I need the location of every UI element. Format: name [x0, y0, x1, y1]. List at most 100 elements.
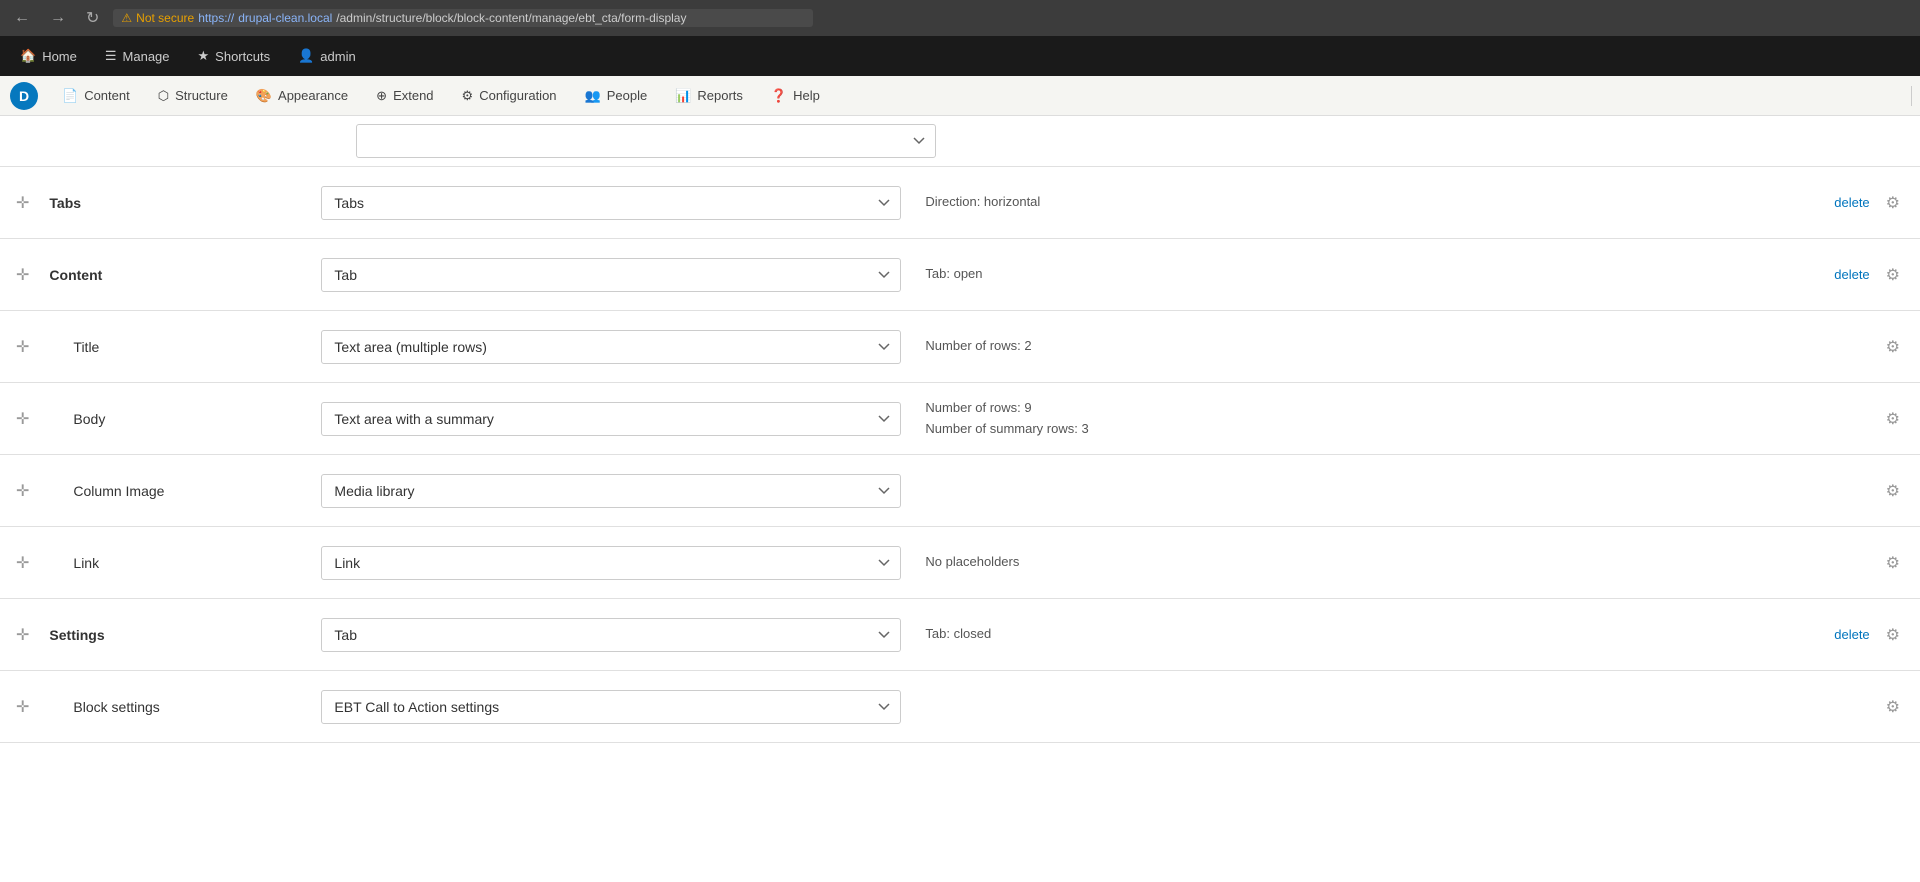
- browser-chrome: ← → ↻ ⚠ Not secure https:// drupal-clean…: [0, 0, 1920, 36]
- drag-handle-tabs[interactable]: ✛: [16, 193, 29, 213]
- body-gear-button[interactable]: ⚙: [1882, 405, 1904, 433]
- nav-configuration[interactable]: ⚙ Configuration: [448, 80, 571, 112]
- content-select[interactable]: Tab Hidden: [321, 258, 901, 292]
- reports-icon: 📊: [675, 88, 691, 104]
- admin-toolbar: 🏠 Home ☰ Manage ★ Shortcuts 👤 admin: [0, 36, 1920, 76]
- home-icon: 🏠: [20, 48, 36, 64]
- toolbar-shortcuts-label: Shortcuts: [215, 49, 270, 64]
- title-row: ✛ Title Text area (multiple rows) Text f…: [0, 311, 1920, 383]
- link-row: ✛ Link Link Hidden No placeholders ⚙: [0, 527, 1920, 599]
- block-settings-select[interactable]: EBT Call to Action settings Hidden: [321, 690, 901, 724]
- block-settings-label: Block settings: [41, 699, 321, 715]
- settings-delete-link[interactable]: delete: [1834, 627, 1869, 642]
- top-partial-select[interactable]: [356, 124, 936, 158]
- drag-handle-block-settings[interactable]: ✛: [16, 697, 29, 717]
- nav-configuration-label: Configuration: [479, 88, 556, 103]
- settings-select-wrapper: Tab Hidden: [321, 618, 901, 652]
- manage-icon: ☰: [105, 48, 117, 64]
- title-gear-button[interactable]: ⚙: [1882, 333, 1904, 361]
- toolbar-home-label: Home: [42, 49, 77, 64]
- settings-info: Tab: closed: [901, 624, 1822, 645]
- toolbar-home[interactable]: 🏠 Home: [8, 42, 89, 70]
- drag-handle-settings[interactable]: ✛: [16, 625, 29, 645]
- tabs-select[interactable]: Tabs Hidden: [321, 186, 901, 220]
- title-actions: ⚙: [1870, 333, 1904, 361]
- structure-icon: ⬡: [158, 88, 169, 104]
- toolbar-shortcuts[interactable]: ★ Shortcuts: [186, 42, 283, 70]
- body-label: Body: [41, 411, 321, 427]
- drag-handle-link[interactable]: ✛: [16, 553, 29, 573]
- nav-reports[interactable]: 📊 Reports: [661, 80, 757, 112]
- url-domain: drupal-clean.local: [238, 11, 332, 25]
- drag-handle-content[interactable]: ✛: [16, 265, 29, 285]
- people-icon: 👥: [585, 88, 601, 104]
- link-select-wrapper: Link Hidden: [321, 546, 901, 580]
- settings-row: ✛ Settings Tab Hidden Tab: closed delete…: [0, 599, 1920, 671]
- toolbar-admin-label: admin: [320, 49, 355, 64]
- link-gear-button[interactable]: ⚙: [1882, 549, 1904, 577]
- drag-handle-title[interactable]: ✛: [16, 337, 29, 357]
- nav-reports-label: Reports: [697, 88, 743, 103]
- title-info: Number of rows: 2: [901, 336, 1869, 357]
- nav-help[interactable]: ❓ Help: [757, 80, 834, 112]
- content-row: ✛ Content Tab Hidden Tab: open delete ⚙: [0, 239, 1920, 311]
- block-settings-gear-button[interactable]: ⚙: [1882, 693, 1904, 721]
- drag-handle-body[interactable]: ✛: [16, 409, 29, 429]
- column-image-select-wrapper: Media library Hidden: [321, 474, 901, 508]
- extend-icon: ⊕: [376, 88, 387, 104]
- help-icon: ❓: [771, 88, 787, 104]
- title-select-wrapper: Text area (multiple rows) Text field Hid…: [321, 330, 901, 364]
- body-row: ✛ Body Text area with a summary Text fie…: [0, 383, 1920, 455]
- nav-appearance[interactable]: 🎨 Appearance: [242, 80, 362, 112]
- tabs-label: Tabs: [41, 195, 321, 211]
- nav-people-label: People: [607, 88, 647, 103]
- nav-help-label: Help: [793, 88, 820, 103]
- column-image-row: ✛ Column Image Media library Hidden ⚙: [0, 455, 1920, 527]
- nav-appearance-label: Appearance: [278, 88, 348, 103]
- title-select[interactable]: Text area (multiple rows) Text field Hid…: [321, 330, 901, 364]
- nav-people[interactable]: 👥 People: [571, 80, 662, 112]
- column-image-select[interactable]: Media library Hidden: [321, 474, 901, 508]
- block-settings-select-wrapper: EBT Call to Action settings Hidden: [321, 690, 901, 724]
- block-settings-actions: ⚙: [1870, 693, 1904, 721]
- column-image-label: Column Image: [41, 483, 321, 499]
- drag-handle-column-image[interactable]: ✛: [16, 481, 29, 501]
- body-select-wrapper: Text area with a summary Text field Hidd…: [321, 402, 901, 436]
- nav-extend-label: Extend: [393, 88, 433, 103]
- top-partial-row: [0, 116, 1920, 167]
- toolbar-admin[interactable]: 👤 admin: [286, 42, 368, 70]
- nav-extend[interactable]: ⊕ Extend: [362, 80, 447, 112]
- content-select-wrapper: Tab Hidden: [321, 258, 901, 292]
- settings-label: Settings: [41, 627, 321, 643]
- url-path: /admin/structure/block/block-content/man…: [336, 11, 686, 25]
- tabs-row: ✛ Tabs Tabs Hidden Direction: horizontal…: [0, 167, 1920, 239]
- tabs-gear-button[interactable]: ⚙: [1882, 189, 1904, 217]
- column-image-actions: ⚙: [1870, 477, 1904, 505]
- body-info: Number of rows: 9Number of summary rows:…: [901, 398, 1869, 440]
- security-warning-icon: ⚠: [121, 11, 132, 25]
- toolbar-manage[interactable]: ☰ Manage: [93, 42, 182, 70]
- settings-gear-button[interactable]: ⚙: [1882, 621, 1904, 649]
- reload-button[interactable]: ↻: [80, 6, 105, 30]
- forward-button[interactable]: →: [44, 7, 72, 29]
- address-bar[interactable]: ⚠ Not secure https:// drupal-clean.local…: [113, 9, 813, 27]
- tabs-info: Direction: horizontal: [901, 192, 1822, 213]
- link-select[interactable]: Link Hidden: [321, 546, 901, 580]
- content-gear-button[interactable]: ⚙: [1882, 261, 1904, 289]
- body-select[interactable]: Text area with a summary Text field Hidd…: [321, 402, 901, 436]
- tabs-delete-link[interactable]: delete: [1834, 195, 1869, 210]
- content-label: Content: [41, 267, 321, 283]
- back-button[interactable]: ←: [8, 7, 36, 29]
- content-delete-link[interactable]: delete: [1834, 267, 1869, 282]
- security-label: Not secure: [136, 11, 194, 25]
- tabs-select-wrapper: Tabs Hidden: [321, 186, 901, 220]
- column-image-gear-button[interactable]: ⚙: [1882, 477, 1904, 505]
- person-icon: 👤: [298, 48, 314, 64]
- nav-separator: [1911, 86, 1912, 106]
- settings-select[interactable]: Tab Hidden: [321, 618, 901, 652]
- nav-structure[interactable]: ⬡ Structure: [144, 80, 242, 112]
- toolbar-manage-label: Manage: [123, 49, 170, 64]
- nav-content[interactable]: 📄 Content: [48, 80, 144, 112]
- main-content: ✛ Tabs Tabs Hidden Direction: horizontal…: [0, 116, 1920, 743]
- url-protocol: https://: [198, 11, 234, 25]
